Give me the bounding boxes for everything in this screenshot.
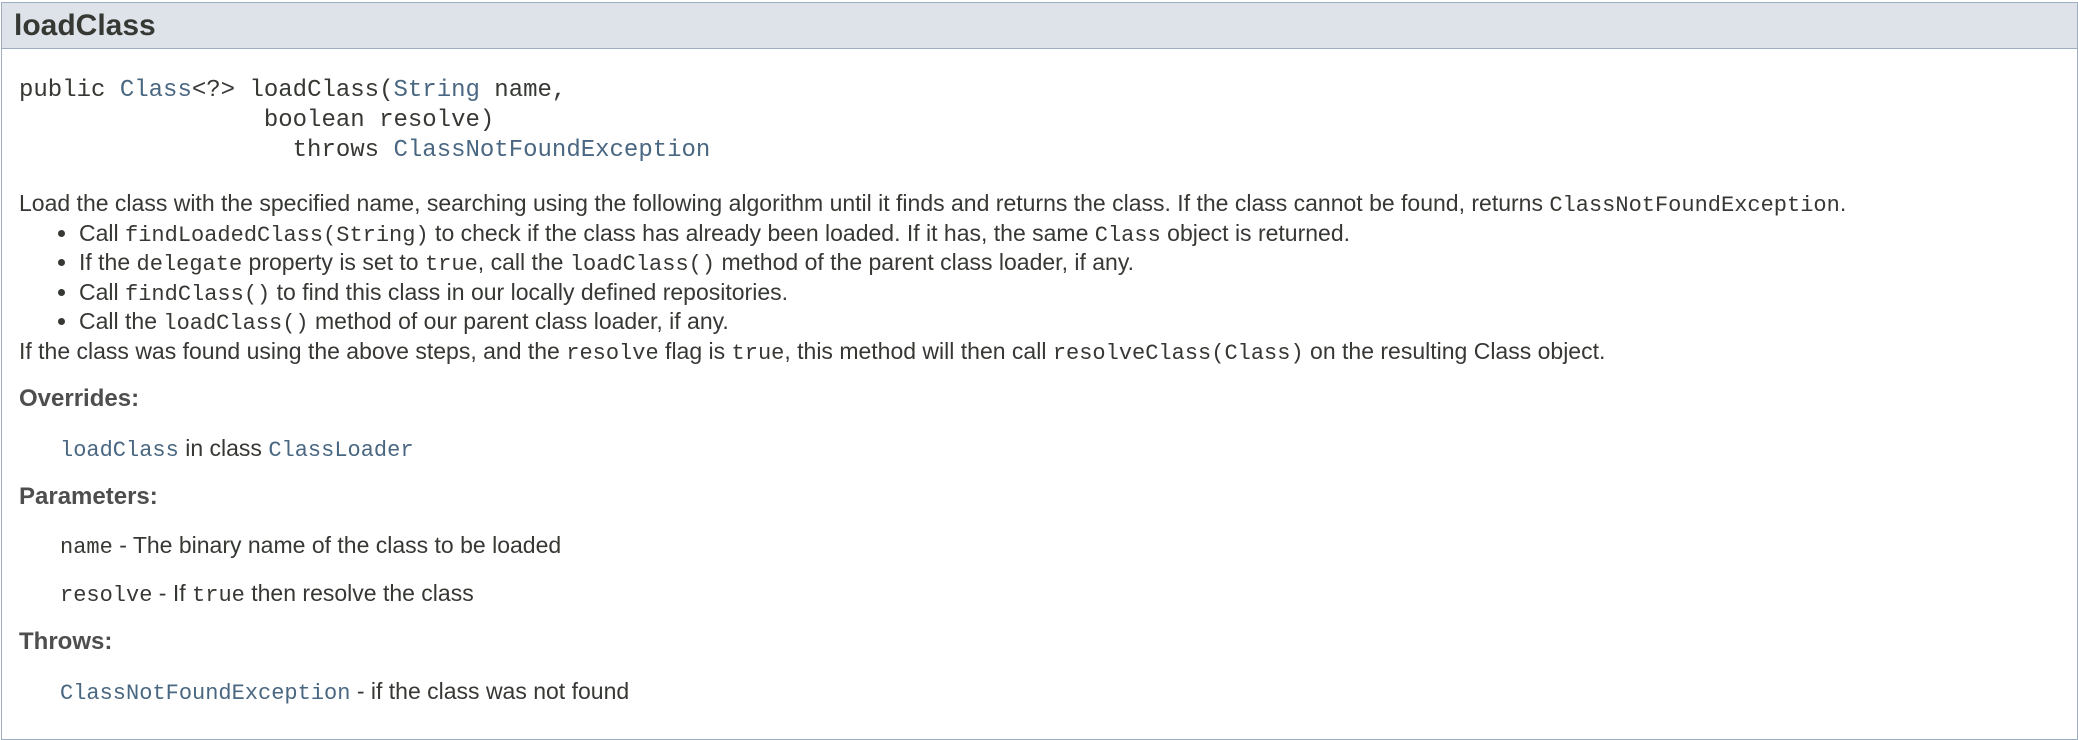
list-item: Call findClass() to find this class in o… xyxy=(79,279,2059,309)
sig-method-name: loadClass xyxy=(249,77,380,104)
list-item: If the delegate property is set to true,… xyxy=(79,249,2059,279)
method-signature: public Class<?> loadClass(String name, b… xyxy=(19,76,710,166)
list-item: Call findLoadedClass(String) to check if… xyxy=(79,220,2059,250)
list-item: Call the loadClass() method of our paren… xyxy=(79,308,2059,338)
overrides-label: Overrides: xyxy=(19,385,140,412)
sig-open-paren: ( xyxy=(379,77,394,104)
sig-line2: boolean resolve) xyxy=(263,107,495,134)
overrides-method-link[interactable]: loadClass xyxy=(60,435,179,463)
sig-param1-name: name, xyxy=(479,77,567,104)
sig-generic: <?> xyxy=(191,77,250,104)
description-intro: Load the class with the specified name, … xyxy=(19,190,1847,218)
throws-exception-link[interactable]: ClassNotFoundException xyxy=(60,678,350,706)
method-description: Load the class with the specified name, … xyxy=(19,190,2059,367)
return-type-link[interactable]: Class xyxy=(120,77,192,104)
throws-value: ClassNotFoundException - if the class wa… xyxy=(60,678,630,706)
param-resolve: resolve - If true then resolve the class xyxy=(60,580,474,608)
parameters-label: Parameters: xyxy=(19,483,158,510)
sig-modifiers: public xyxy=(19,77,120,104)
overrides-value: loadClass in class ClassLoader xyxy=(60,435,414,463)
throws-type-link[interactable]: ClassNotFoundException xyxy=(393,137,710,164)
overrides-class-link[interactable]: ClassLoader xyxy=(268,435,413,463)
throws-label: Throws: xyxy=(19,628,113,655)
algorithm-steps-list: Call findLoadedClass(String) to check if… xyxy=(19,220,2059,338)
method-title: loadClass xyxy=(14,8,156,42)
param-type-link[interactable]: String xyxy=(393,77,479,104)
param-name: name - The binary name of the class to b… xyxy=(60,532,562,560)
sig-throws-keyword: throws xyxy=(292,137,394,164)
description-outro: If the class was found using the above s… xyxy=(19,337,1606,366)
method-header: loadClass xyxy=(2,3,2077,49)
